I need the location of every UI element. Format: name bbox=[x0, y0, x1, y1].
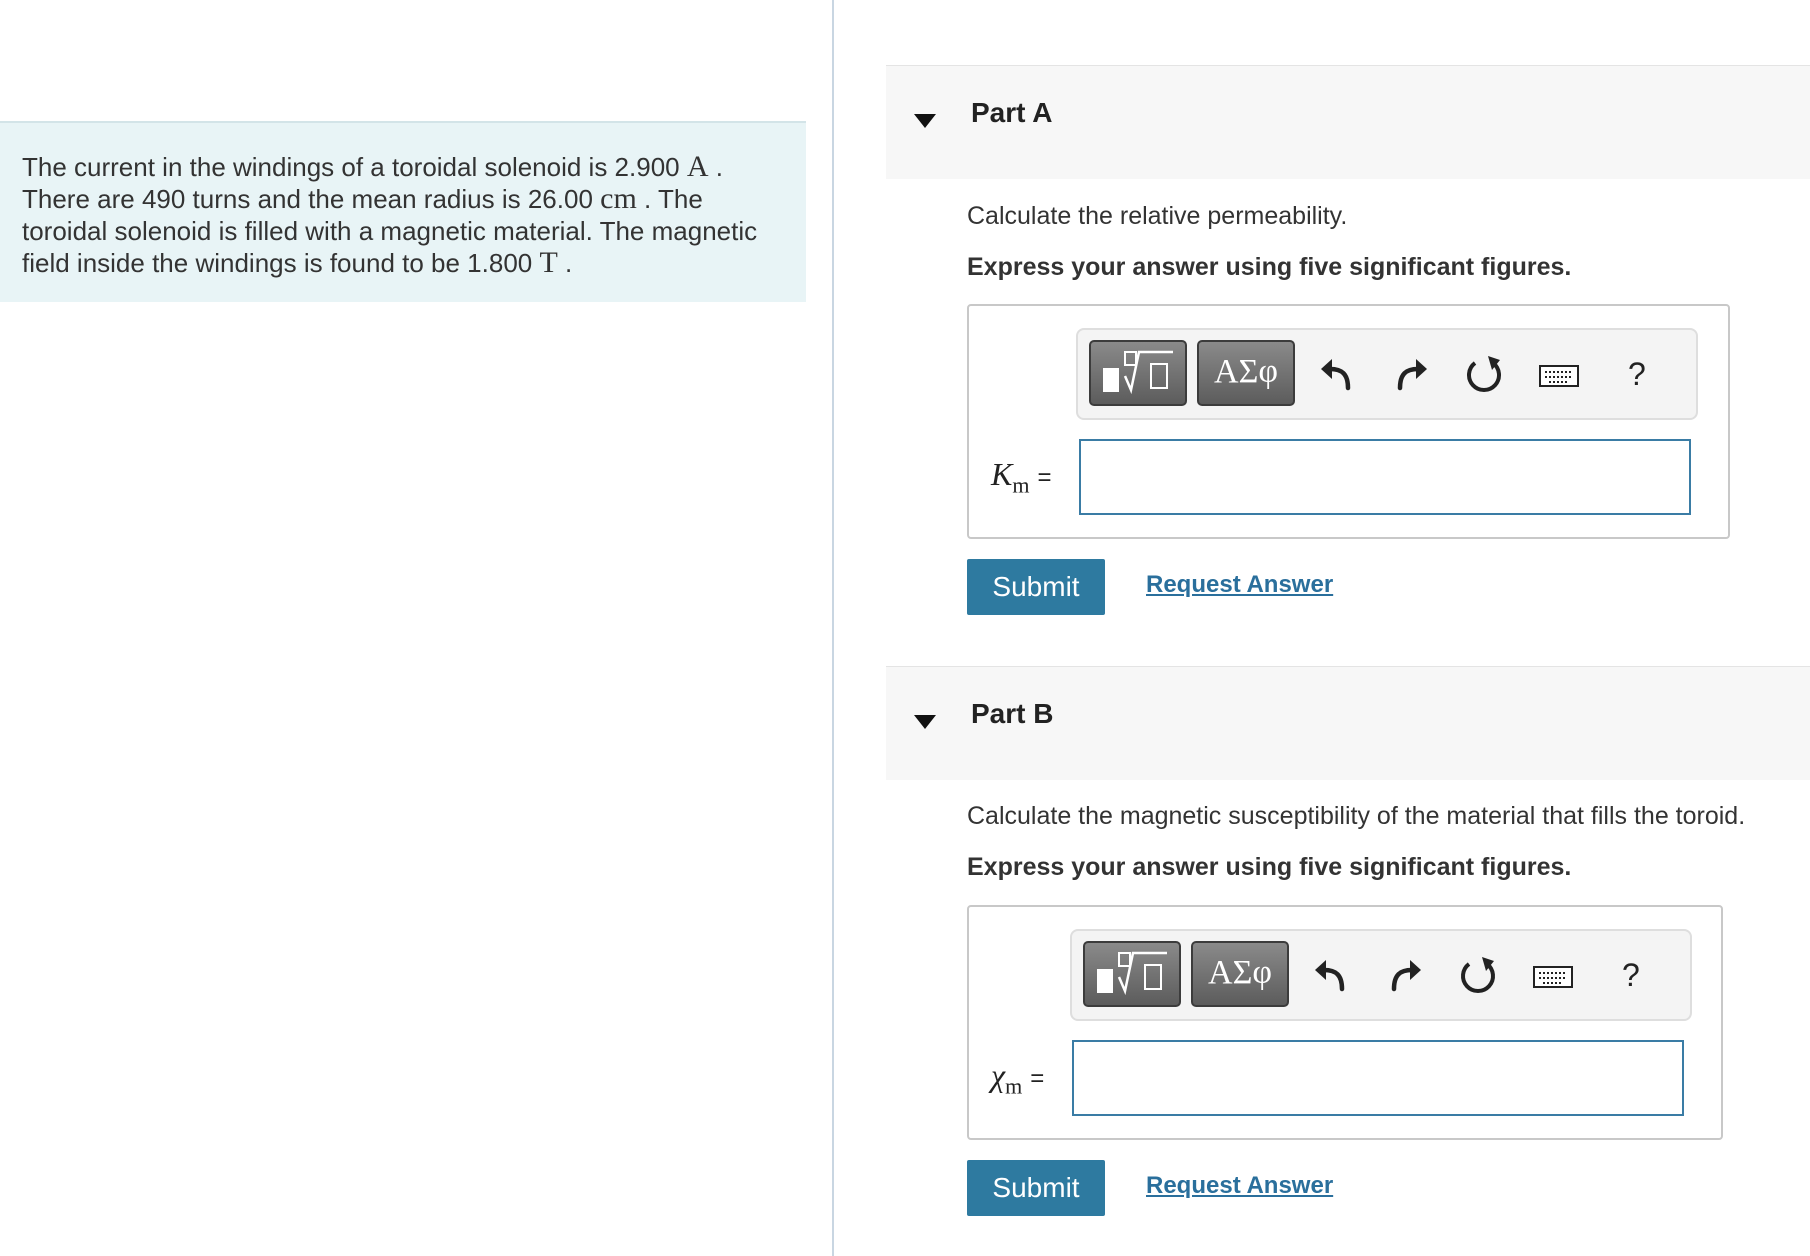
part-b-instruction: Express your answer using five significa… bbox=[967, 853, 1572, 881]
redo-icon[interactable] bbox=[1390, 352, 1430, 396]
undo-icon[interactable] bbox=[1312, 953, 1352, 997]
part-a-request-answer-link[interactable]: Request Answer bbox=[1146, 571, 1333, 599]
redo-icon[interactable] bbox=[1384, 953, 1424, 997]
part-a-question: Calculate the relative permeability. bbox=[967, 202, 1348, 230]
help-icon[interactable]: ? bbox=[1628, 352, 1646, 396]
variable-subscript: m bbox=[1005, 1073, 1023, 1099]
greek-symbols-button[interactable]: ΑΣφ bbox=[1191, 941, 1289, 1007]
problem-pane: The current in the windings of a toroida… bbox=[0, 0, 832, 1256]
part-a-math-toolbar: ΑΣφ ? bbox=[1076, 328, 1698, 420]
part-b-request-answer-link[interactable]: Request Answer bbox=[1146, 1172, 1333, 1200]
part-a-header[interactable]: Part A bbox=[886, 65, 1810, 179]
collapse-caret-icon[interactable] bbox=[914, 715, 936, 729]
problem-text-3: There are 490 turns and the mean radius … bbox=[22, 184, 601, 214]
templates-button[interactable] bbox=[1083, 941, 1181, 1007]
greek-symbols-button[interactable]: ΑΣφ bbox=[1197, 340, 1295, 406]
part-b-answer-box: ΑΣφ ? χm = bbox=[967, 905, 1723, 1140]
part-a-answer-box: ΑΣφ ? Km = bbox=[967, 304, 1730, 539]
problem-text-4: . The bbox=[636, 184, 703, 214]
part-a-submit-button[interactable]: Submit bbox=[967, 559, 1105, 615]
templates-icon bbox=[1097, 951, 1167, 996]
help-icon[interactable]: ? bbox=[1622, 953, 1640, 997]
collapse-caret-icon[interactable] bbox=[914, 114, 936, 128]
keyboard-icon[interactable] bbox=[1538, 352, 1580, 396]
problem-text-7: . bbox=[557, 248, 573, 278]
equals-sign: = bbox=[1030, 1065, 1045, 1092]
unit-centimeters: cm bbox=[600, 182, 637, 215]
keyboard-icon[interactable] bbox=[1532, 953, 1574, 997]
part-b-variable-label: χm = bbox=[991, 1057, 1044, 1099]
part-b-answer-input[interactable] bbox=[1072, 1040, 1684, 1116]
part-b-question: Calculate the magnetic susceptibility of… bbox=[967, 802, 1746, 830]
variable-symbol: χ bbox=[991, 1057, 1006, 1093]
unit-tesla: T bbox=[539, 246, 558, 279]
part-b-submit-button[interactable]: Submit bbox=[967, 1160, 1105, 1216]
pane-divider[interactable] bbox=[832, 0, 834, 1256]
equals-sign: = bbox=[1037, 464, 1052, 491]
part-a-instruction: Express your answer using five significa… bbox=[967, 253, 1572, 281]
part-a-answer-input[interactable] bbox=[1079, 439, 1691, 515]
problem-text-2: . bbox=[708, 152, 723, 182]
templates-button[interactable] bbox=[1089, 340, 1187, 406]
part-b-header[interactable]: Part B bbox=[886, 666, 1810, 780]
part-b-math-toolbar: ΑΣφ ? bbox=[1070, 929, 1692, 1021]
variable-symbol: K bbox=[991, 456, 1013, 492]
part-a-title: Part A bbox=[971, 97, 1053, 128]
undo-icon[interactable] bbox=[1318, 352, 1358, 396]
variable-subscript: m bbox=[1012, 472, 1030, 498]
part-b-title: Part B bbox=[971, 698, 1054, 729]
reset-icon[interactable] bbox=[1456, 953, 1500, 997]
part-a-variable-label: Km = bbox=[991, 456, 1051, 498]
reset-icon[interactable] bbox=[1462, 352, 1506, 396]
problem-statement: The current in the windings of a toroida… bbox=[0, 121, 806, 302]
templates-icon bbox=[1103, 350, 1173, 395]
problem-text-6: field inside the windings is found to be… bbox=[22, 248, 540, 278]
unit-amperes: A bbox=[686, 150, 709, 183]
problem-text-1: The current in the windings of a toroida… bbox=[22, 152, 687, 182]
problem-text-5: toroidal solenoid is filled with a magne… bbox=[22, 216, 758, 246]
